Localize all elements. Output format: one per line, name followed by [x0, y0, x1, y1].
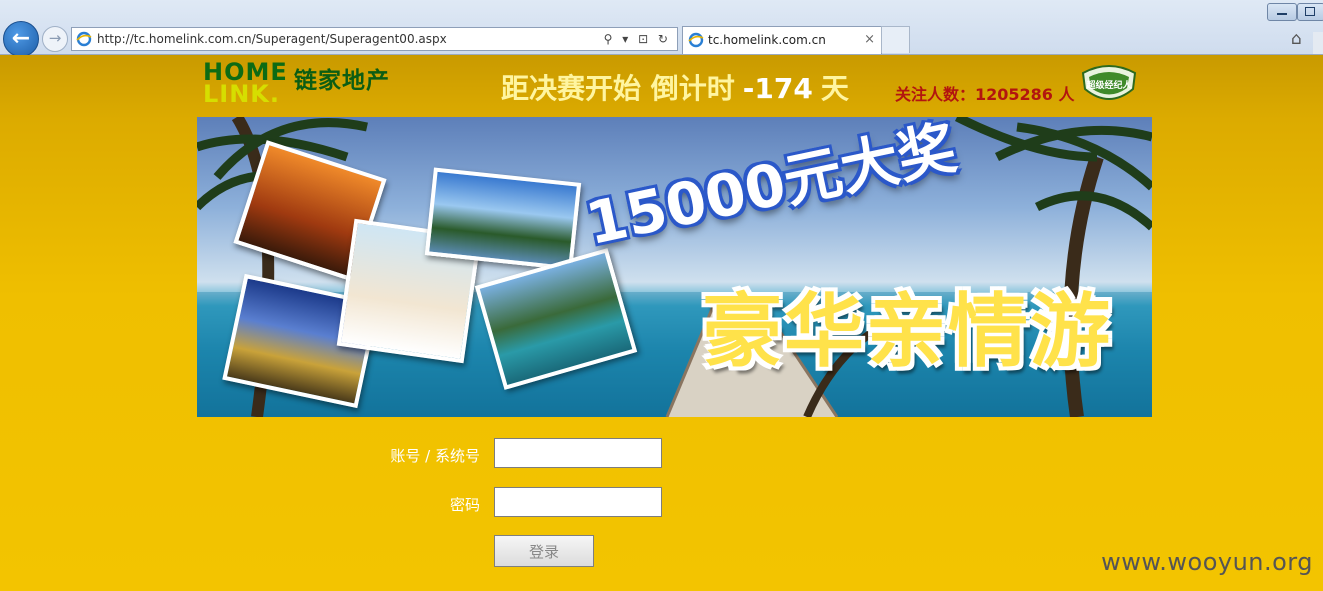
password-input[interactable]	[494, 487, 662, 517]
tab-title: tc.homelink.com.cn	[708, 33, 826, 47]
minimize-icon	[1277, 13, 1287, 15]
back-button[interactable]: ←	[3, 21, 39, 57]
promo-banner: 15000元大奖 豪华亲情游	[197, 117, 1152, 417]
home-icon[interactable]: ⌂	[1291, 29, 1302, 49]
browser-tab[interactable]: tc.homelink.com.cn ×	[682, 26, 882, 54]
followers-count: 关注人数：1205286 人	[895, 85, 1075, 104]
photo-lake	[424, 167, 582, 271]
logo-chinese: 链家地产	[294, 68, 390, 94]
address-bar[interactable]: http://tc.homelink.com.cn/Superagent/Sup…	[71, 27, 678, 51]
countdown-days: -174	[742, 72, 813, 105]
restore-button[interactable]	[1297, 3, 1323, 21]
page-content: HOME LINK. 链家地产 距决赛开始 倒计时 -174 天 关注人数：1205…	[0, 55, 1323, 591]
close-icon[interactable]: ×	[864, 27, 875, 53]
badge-label: 超级经纪人	[1085, 79, 1132, 91]
restore-icon	[1305, 7, 1315, 16]
minimize-button[interactable]	[1267, 3, 1297, 21]
new-tab-button[interactable]	[881, 26, 910, 53]
super-agent-badge: 超级经纪人	[1081, 65, 1137, 100]
scrollbar[interactable]	[1313, 32, 1323, 54]
browser-chrome: ← → http://tc.homelink.com.cn/Superagent…	[0, 0, 1323, 57]
ie-icon	[688, 32, 704, 48]
ie-icon	[76, 31, 92, 47]
account-label: 账号 / 系统号	[390, 447, 480, 465]
forward-button[interactable]: →	[42, 26, 68, 52]
countdown-prefix: 距决赛开始 倒计时	[501, 72, 735, 105]
account-input[interactable]	[494, 438, 662, 468]
address-tools-icons[interactable]: ⚲ ▾ ⊡ ↻	[604, 28, 671, 50]
countdown-unit: 天	[820, 72, 849, 105]
homelink-logo[interactable]: HOME LINK.	[203, 60, 288, 108]
watermark: www.wooyun.org	[1101, 548, 1313, 576]
login-button[interactable]: 登录	[494, 535, 594, 567]
prize-title: 豪华亲情游	[702, 285, 1112, 378]
countdown: 距决赛开始 倒计时 -174 天	[501, 67, 849, 107]
logo-line2: LINK.	[203, 80, 281, 108]
address-url[interactable]: http://tc.homelink.com.cn/Superagent/Sup…	[97, 28, 447, 50]
password-label: 密码	[449, 496, 480, 514]
